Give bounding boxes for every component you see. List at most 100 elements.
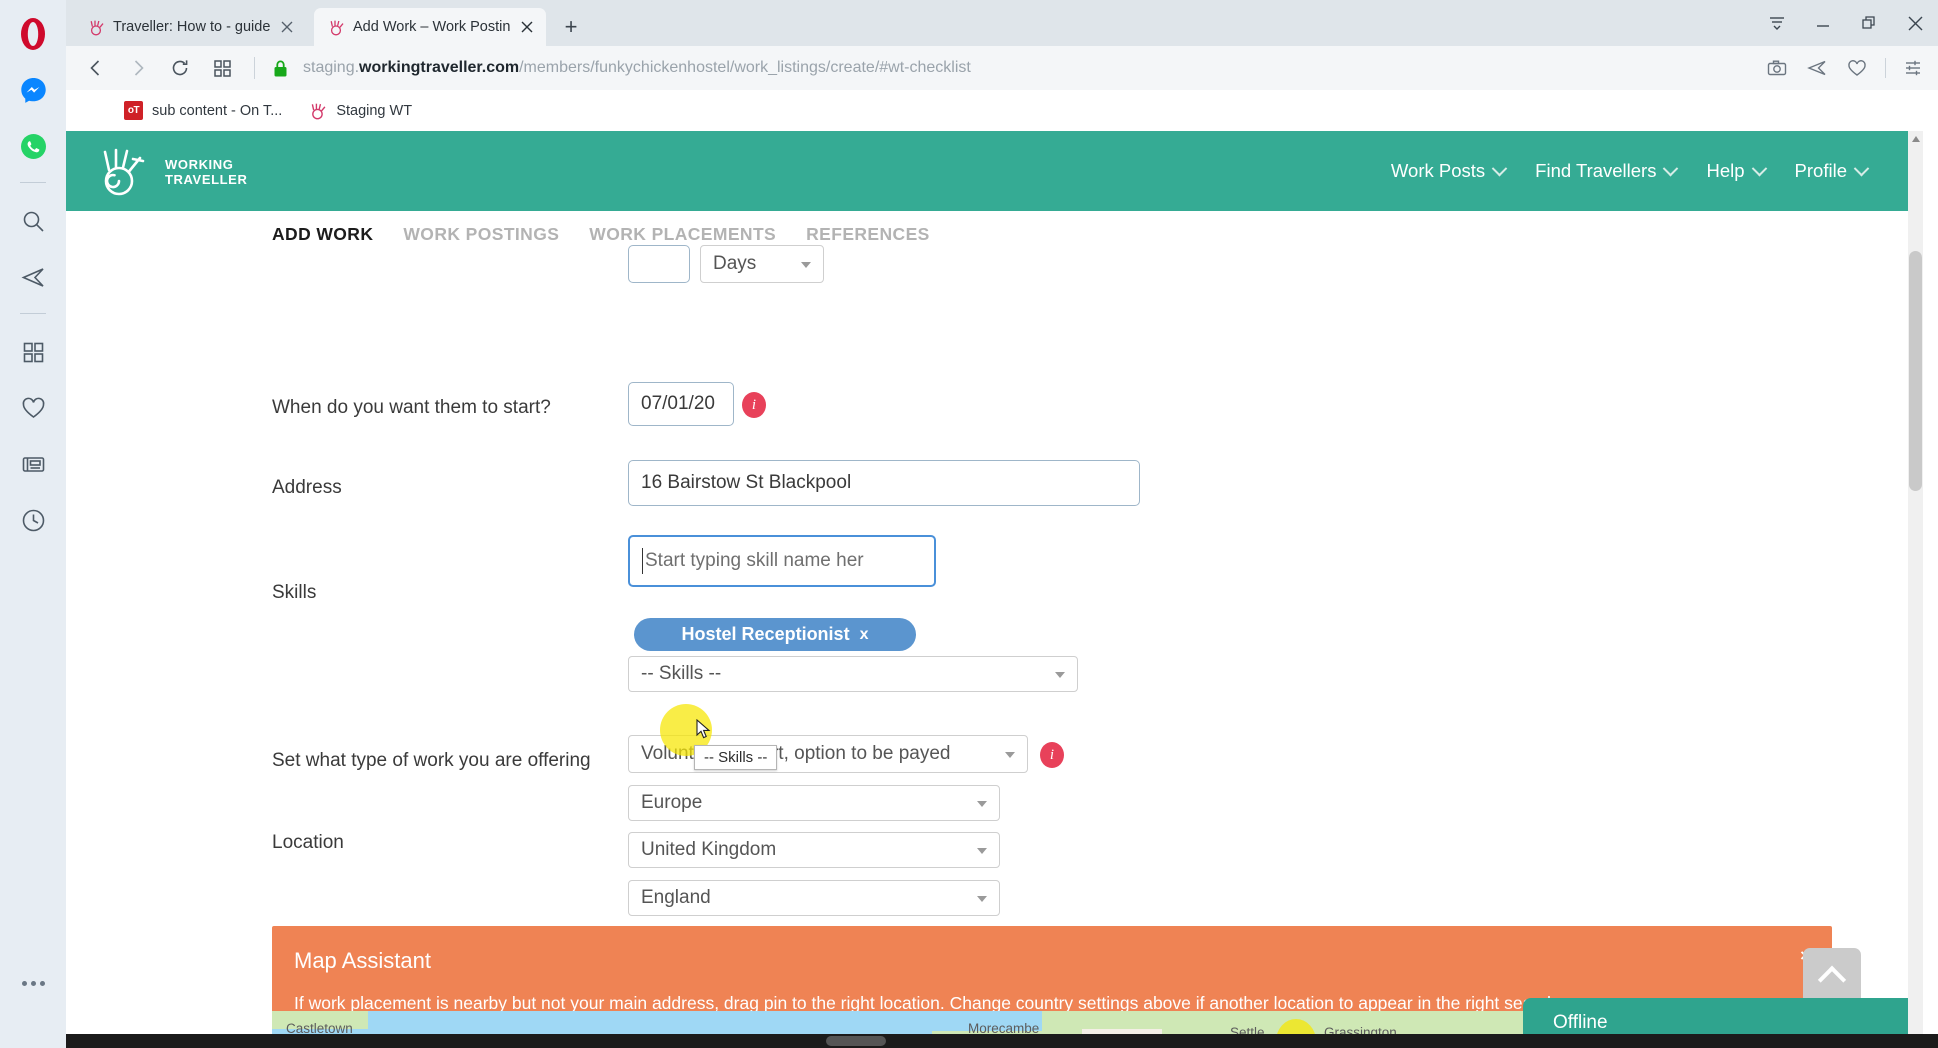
reload-button[interactable] (160, 48, 200, 88)
chevron-down-icon (1005, 752, 1015, 758)
working-traveller-favicon-icon (328, 19, 345, 36)
location-region-value: England (641, 887, 711, 908)
page-tabs: ADD WORK WORK POSTINGS WORK PLACEMENTS R… (66, 211, 1923, 257)
bookmarks-bar: oT sub content - On T... Staging WT (66, 90, 1938, 131)
nav-item-profile[interactable]: Profile (1795, 160, 1870, 182)
window-controls (1754, 0, 1938, 46)
send-icon[interactable] (1798, 49, 1836, 87)
snapshot-camera-icon[interactable] (1758, 49, 1796, 87)
page-scrollbar[interactable] (1908, 131, 1923, 1048)
browser-tab-2[interactable]: Add Work – Work Postings (314, 8, 546, 46)
site-nav: Work Posts Find Travellers Help Profile (1391, 131, 1870, 211)
offline-label: Offline (1553, 1012, 1608, 1033)
sidebar-item-news[interactable] (11, 442, 55, 486)
screen: Traveller: How to - guides - Add Work – … (0, 0, 1938, 1048)
tab-add-work[interactable]: ADD WORK (272, 224, 373, 245)
back-button[interactable] (76, 48, 116, 88)
chevron-down-icon (1663, 160, 1679, 176)
location-country-select[interactable]: United Kingdom (628, 832, 1000, 868)
nav-item-help[interactable]: Help (1706, 160, 1767, 182)
working-traveller-favicon-icon (88, 19, 105, 36)
location-country-value: United Kingdom (641, 839, 777, 860)
sidebar-item-send[interactable] (11, 255, 55, 299)
address-label: Address (272, 477, 342, 498)
close-window-button[interactable] (1892, 0, 1938, 46)
location-region-select[interactable]: England (628, 880, 1000, 916)
sidebar-divider-1 (20, 182, 46, 183)
browser-tab-2-close-icon[interactable] (518, 17, 536, 37)
working-traveller-logo-icon (95, 143, 153, 201)
tab-work-placements[interactable]: WORK PLACEMENTS (589, 224, 776, 245)
scrollbar-thumb[interactable] (1909, 251, 1922, 491)
url-text[interactable]: staging.workingtraveller.com/members/fun… (303, 59, 971, 77)
forward-button[interactable] (118, 48, 158, 88)
bookmark-staging-wt[interactable]: Staging WT (308, 101, 412, 120)
url-path: /members/funkychickenhostel/work_listing… (519, 59, 971, 76)
skill-chip-remove-icon[interactable]: x (860, 626, 869, 644)
skill-chip-hostel-receptionist[interactable]: Hostel Receptionist x (634, 618, 916, 651)
skills-search-input[interactable]: Start typing skill name her (628, 535, 936, 587)
secure-lock-icon[interactable] (267, 59, 293, 78)
minimize-button[interactable] (1800, 0, 1846, 46)
site-logo-text: WORKING TRAVELLER (165, 157, 247, 187)
scrollbar-up-arrow[interactable] (1908, 131, 1923, 146)
browser-tab-1-close-icon[interactable] (278, 17, 296, 37)
nav-item-find-travellers-label: Find Travellers (1535, 160, 1657, 181)
easy-setup-icon[interactable] (1894, 49, 1932, 87)
sidebar-item-history[interactable] (11, 498, 55, 542)
location-label: Location (272, 832, 344, 853)
sidebar-more-button[interactable] (0, 981, 66, 986)
horizontal-scrollbar-thumb[interactable] (826, 1036, 886, 1046)
new-tab-button[interactable]: + (558, 14, 584, 40)
tab-references[interactable]: REFERENCES (806, 224, 930, 245)
start-date-value: 07/01/20 (641, 393, 715, 414)
sidebar-item-search[interactable] (11, 199, 55, 243)
chevron-down-icon (801, 262, 811, 268)
location-label-row: Location (272, 832, 344, 854)
start-date-input[interactable]: 07/01/20 (628, 382, 734, 426)
sidebar-item-messenger[interactable] (11, 68, 55, 112)
sidebar-divider-2 (20, 313, 46, 314)
skills-label: Skills (272, 582, 317, 603)
tab-work-postings[interactable]: WORK POSTINGS (403, 224, 559, 245)
nav-item-work-posts[interactable]: Work Posts (1391, 160, 1508, 182)
browser-tab-1-title: Traveller: How to - guides - (113, 19, 270, 35)
browser-tab-2-title: Add Work – Work Postings (353, 19, 510, 35)
start-date-info-badge[interactable]: i (742, 392, 766, 418)
address-value: 16 Bairstow St Blackpool (641, 472, 852, 493)
speed-dial-button[interactable] (202, 48, 242, 88)
work-type-info-badge[interactable]: i (1040, 742, 1064, 768)
chevron-down-icon (1055, 672, 1065, 678)
heart-icon[interactable] (1838, 49, 1876, 87)
address-bar-tools (1758, 46, 1932, 90)
site-logo[interactable]: WORKING TRAVELLER (95, 143, 247, 201)
browser-chrome: Traveller: How to - guides - Add Work – … (66, 0, 1938, 131)
bookmark-sub-content[interactable]: oT sub content - On T... (124, 101, 282, 120)
horizontal-scrollbar[interactable] (66, 1034, 1938, 1048)
sidebar-item-workspaces[interactable] (11, 330, 55, 374)
downloads-icon[interactable] (1754, 0, 1800, 46)
chevron-down-icon (977, 801, 987, 807)
duration-number-input[interactable] (628, 245, 690, 283)
chevron-down-icon (1853, 160, 1870, 176)
page-content: WORKING TRAVELLER Work Posts Find Travel… (66, 131, 1923, 1048)
location-continent-select[interactable]: Europe (628, 785, 1000, 821)
sidebar-item-favourites[interactable] (11, 386, 55, 430)
skills-search-placeholder: Start typing skill name her (645, 550, 864, 571)
opera-logo-icon[interactable] (11, 12, 55, 56)
skills-label-row: Skills (272, 582, 316, 604)
skills-select[interactable]: -- Skills -- (628, 656, 1078, 692)
nav-item-find-travellers[interactable]: Find Travellers (1535, 160, 1679, 182)
skills-select-value: -- Skills -- (641, 663, 722, 684)
address-bar: staging.workingtraveller.com/members/fun… (66, 46, 1938, 90)
bookmark-sub-content-label: sub content - On T... (152, 102, 283, 119)
sidebar-item-whatsapp[interactable] (11, 124, 55, 168)
address-input[interactable]: 16 Bairstow St Blackpool (628, 460, 1140, 506)
mouse-cursor-icon (696, 718, 712, 744)
url-host: workingtraveller.com (359, 59, 520, 76)
skill-chip-label: Hostel Receptionist (681, 624, 850, 644)
chevron-down-icon (1491, 160, 1508, 176)
browser-tab-1[interactable]: Traveller: How to - guides - (74, 8, 306, 46)
duration-unit-select[interactable]: Days (700, 245, 824, 283)
maximize-restore-button[interactable] (1846, 0, 1892, 46)
